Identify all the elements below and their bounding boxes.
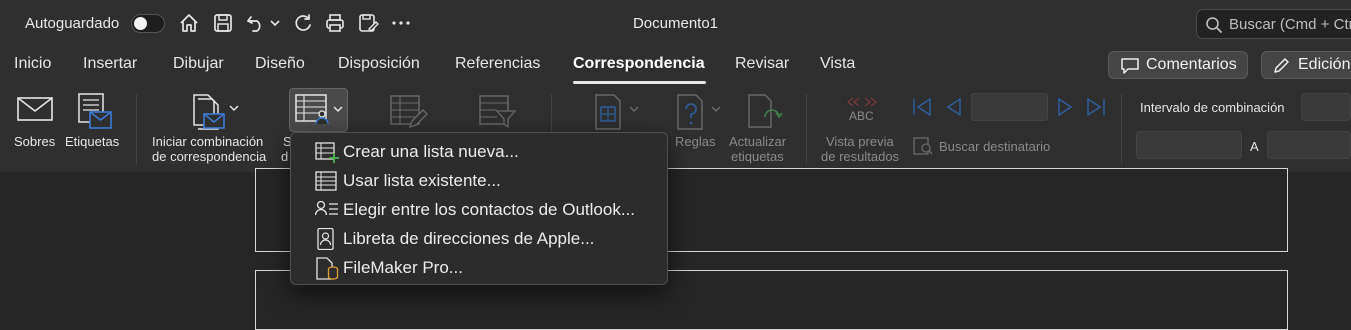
tab-referencias[interactable]: Referencias [455,55,540,73]
record-number-field [971,93,1048,121]
menu-item-label: Elegir entre los contactos de Outlook... [343,200,635,219]
actualizar-label-1: Actualizar [729,134,787,149]
iniciar-combinacion-label-2: de correspondencia [152,149,267,164]
select-recipients-button[interactable] [289,88,348,132]
range-to-label: A [1250,139,1259,154]
search-box[interactable]: Buscar (Cmd + Ctrl + U) [1196,9,1351,39]
previous-record-icon [946,97,961,117]
first-record-icon [913,97,931,117]
filemaker-icon [316,257,339,280]
document-title: Documento1 [632,15,719,32]
tab-vista[interactable]: Vista [820,55,855,73]
ribbon-separator [806,94,807,164]
editing-label: Edición [1298,56,1351,73]
next-record-icon [1058,97,1073,117]
editing-button[interactable]: Edición [1261,51,1351,79]
envelope-icon[interactable] [16,95,54,123]
menu-item-label: Libreta de direcciones de Apple... [343,229,595,248]
merge-range-select[interactable] [1301,93,1351,121]
comments-label: Comentarios [1146,56,1237,73]
new-list-icon [315,142,339,163]
tab-insertar[interactable]: Insertar [83,55,137,73]
tab-diseno[interactable]: Diseño [255,55,305,73]
iniciar-combinacion-label-1: Iniciar combinación [152,134,264,149]
menu-item-libreta-apple[interactable]: Libreta de direcciones de Apple... [291,224,667,253]
tab-correspondencia[interactable]: Correspondencia [573,55,705,73]
pencil-icon [1274,58,1289,73]
range-to-field[interactable] [1267,131,1351,159]
menu-item-usar-lista[interactable]: Usar lista existente... [291,166,667,195]
existing-list-icon [315,171,337,191]
tab-inicio[interactable]: Inicio [14,55,51,73]
active-tab-indicator [573,81,706,84]
buscar-destinatario-label: Buscar destinatario [939,139,1051,154]
select-recipients-icon [295,94,343,125]
update-labels-icon [748,94,783,128]
search-placeholder: Buscar (Cmd + Ctrl + U) [1229,16,1351,33]
menu-item-crear-lista[interactable]: Crear una lista nueva... [291,137,667,166]
start-mail-merge-icon[interactable] [190,92,242,132]
abc-label: ABC [849,109,874,123]
menu-item-label: Usar lista existente... [343,171,501,190]
find-recipient-icon [913,137,933,155]
menu-item-label: FileMaker Pro... [343,258,463,277]
menu-item-label: Crear una lista nueva... [343,142,519,161]
etiquetas-label: Etiquetas [65,134,120,149]
last-record-icon [1087,97,1105,117]
menu-item-contactos-outlook[interactable]: Elegir entre los contactos de Outlook... [291,195,667,224]
vista-previa-label-1: Vista previa [826,134,894,149]
edit-recipients-icon [390,95,428,129]
ribbon-separator [136,94,137,164]
labels-icon[interactable] [76,92,114,132]
ribbon-separator [1121,94,1122,164]
insert-field-icon [595,94,639,130]
comments-button[interactable]: Comentarios [1108,51,1248,79]
search-icon [1206,17,1222,33]
reglas-label: Reglas [675,134,716,149]
select-recipients-menu: Crear una lista nueva... Usar lista exis… [290,132,668,285]
seleccionar-label-2: d [281,149,289,164]
actualizar-label-2: etiquetas [731,149,784,164]
comment-icon [1121,58,1139,74]
tab-disposicion[interactable]: Disposición [338,55,420,73]
outlook-contacts-icon [315,200,338,216]
document-area [0,168,1351,330]
range-from-field[interactable] [1136,131,1242,159]
tab-revisar[interactable]: Revisar [735,55,789,73]
filter-recipients-icon [479,95,517,129]
title-bar: Autoguardado Documento1 Buscar (Cmd + Ct… [0,0,1351,46]
menu-item-filemaker[interactable]: FileMaker Pro... [291,253,667,282]
rules-icon [677,94,721,130]
vista-previa-label-2: de resultados [821,149,900,164]
intervalo-label: Intervalo de combinación [1140,100,1285,115]
sobres-label: Sobres [14,134,56,149]
tab-dibujar[interactable]: Dibujar [173,55,224,73]
apple-address-book-icon [317,228,334,250]
preview-arrows-icon [846,97,878,107]
